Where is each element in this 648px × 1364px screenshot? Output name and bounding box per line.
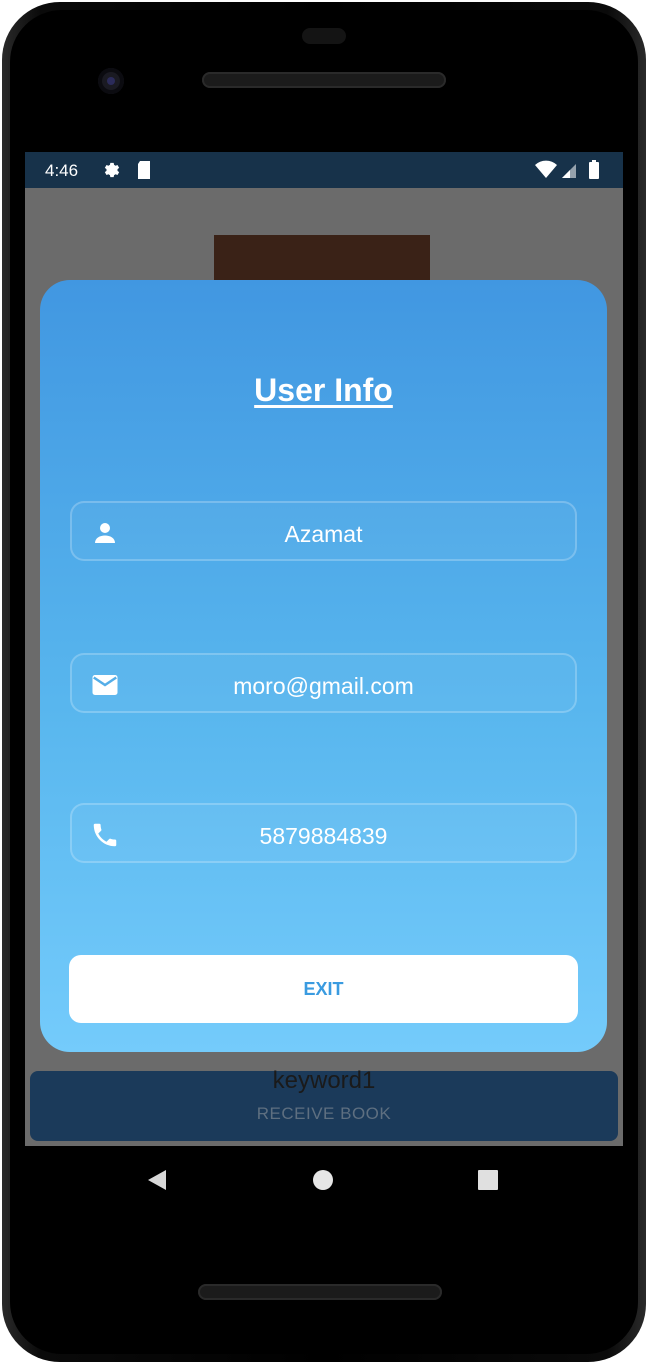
- wifi-icon: [535, 160, 557, 178]
- background-image: [214, 235, 430, 281]
- signal-icon: [562, 164, 576, 178]
- email-field[interactable]: moro@gmail.com: [70, 653, 577, 713]
- top-speaker: [202, 72, 446, 88]
- back-icon[interactable]: [146, 1168, 168, 1192]
- exit-button[interactable]: EXIT: [69, 955, 578, 1023]
- status-time: 4:46: [45, 161, 79, 180]
- exit-label: EXIT: [303, 979, 344, 999]
- name-field[interactable]: Azamat: [70, 501, 577, 561]
- phone-value: 5879884839: [259, 823, 388, 849]
- sd-card-icon: [138, 161, 150, 179]
- email-value: moro@gmail.com: [233, 673, 414, 699]
- name-value: Azamat: [284, 521, 363, 547]
- status-bar: 4:46: [25, 152, 623, 188]
- dialog-title: User Info: [254, 372, 393, 408]
- receive-book-label: RECEIVE BOOK: [256, 1104, 392, 1123]
- bottom-speaker: [198, 1284, 442, 1300]
- battery-icon: [589, 160, 599, 179]
- gear-icon: [104, 162, 120, 178]
- user-info-dialog: User Info Azamat moro@gmail.com 58798848…: [40, 280, 607, 1052]
- keyword-label: keyword1: [272, 1067, 376, 1094]
- home-icon[interactable]: [312, 1169, 334, 1191]
- screen: 4:46 RECEIVE BOOK keyword1 User Info Aza…: [25, 152, 623, 1146]
- phone-field[interactable]: 5879884839: [70, 803, 577, 863]
- recents-icon[interactable]: [477, 1169, 499, 1191]
- front-camera: [98, 68, 124, 94]
- proximity-sensor: [302, 28, 346, 44]
